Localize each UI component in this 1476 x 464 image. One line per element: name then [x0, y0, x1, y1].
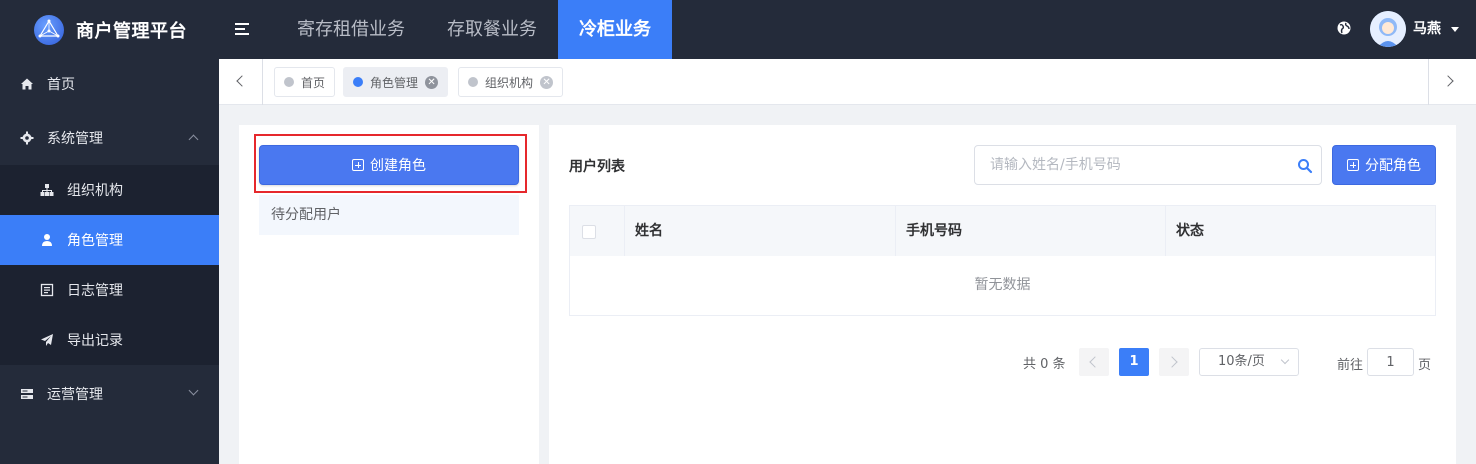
sidebar-item-label: 角色管理 [67, 233, 123, 249]
role-list-item[interactable]: 待分配用户 [259, 195, 519, 235]
top-nav: 寄存租借业务 存取餐业务 冷柜业务 [276, 0, 672, 59]
sitemap-icon [40, 183, 54, 197]
avatar[interactable] [1370, 11, 1406, 47]
search-input[interactable] [990, 155, 1280, 175]
user-table: 姓名 手机号码 状态 暂无数据 [569, 205, 1436, 316]
sidebar-item-label: 系统管理 [47, 131, 103, 147]
menu-toggle-icon[interactable] [232, 19, 254, 39]
chevron-down-icon [188, 385, 199, 396]
table-empty-text: 暂无数据 [974, 277, 1031, 293]
logo-icon [34, 14, 64, 45]
chevron-down-icon [1280, 355, 1290, 365]
chevron-left-icon [1089, 356, 1101, 368]
assign-role-label: 分配角色 [1365, 158, 1421, 174]
plus-square-icon [352, 159, 364, 171]
tab-organization[interactable]: 组织机构 ✕ [458, 67, 564, 97]
table-header: 姓名 手机号码 状态 [570, 206, 1435, 256]
tab-label: 首页 [301, 75, 326, 90]
chevron-right-icon [1442, 75, 1454, 87]
app-logo[interactable]: 商户管理平台 [0, 0, 219, 59]
page-number-button[interactable]: 1 [1119, 348, 1149, 376]
sidebar-item-label: 组织机构 [67, 183, 123, 199]
tab-label: 组织机构 [485, 75, 534, 90]
home-icon [20, 77, 34, 91]
chevron-right-icon [1166, 356, 1178, 368]
sidebar-item-home[interactable]: 首页 [0, 59, 219, 109]
tab-dot-icon [284, 77, 294, 87]
log-icon [40, 283, 54, 297]
create-role-button[interactable]: 创建角色 [259, 145, 519, 185]
plus-square-icon [1347, 159, 1359, 171]
caret-down-icon[interactable] [1451, 27, 1459, 32]
sidebar-item-operations[interactable]: 运营管理 [0, 369, 219, 419]
tab-dot-icon [468, 77, 478, 87]
prev-page-button[interactable] [1079, 348, 1109, 376]
tab-roles[interactable]: 角色管理 ✕ [343, 67, 449, 97]
topnav-item-cold-cabinet[interactable]: 冷柜业务 [558, 0, 672, 59]
gear-icon [20, 131, 34, 145]
sidebar-item-label: 日志管理 [67, 283, 123, 299]
select-all-checkbox[interactable] [582, 225, 596, 239]
user-icon [40, 233, 54, 247]
sidebar-item-label: 首页 [47, 77, 75, 93]
select-all-cell [570, 206, 625, 256]
tabs-bar: 首页 角色管理 ✕ 组织机构 ✕ [219, 59, 1476, 105]
search-box [974, 145, 1322, 185]
globe-icon[interactable] [1335, 19, 1353, 37]
page-size-select[interactable]: 10条/页 [1199, 348, 1299, 376]
tab-dot-icon [353, 77, 363, 87]
next-page-button[interactable] [1159, 348, 1189, 376]
sidebar-item-organization[interactable]: 组织机构 [0, 165, 219, 215]
tabs-scroll-right-button[interactable] [1428, 59, 1472, 105]
column-header-phone[interactable]: 手机号码 [896, 206, 1166, 256]
goto-prefix: 前往 [1337, 358, 1364, 373]
assign-role-button[interactable]: 分配角色 [1332, 145, 1436, 185]
column-header-status[interactable]: 状态 [1166, 206, 1435, 256]
sidebar-item-label: 运营管理 [47, 387, 103, 403]
page-size-label: 10条/页 [1218, 354, 1265, 369]
sidebar-item-label: 导出记录 [67, 333, 123, 349]
sidebar: 首页 系统管理 组织机构 角色管理 日志管理 导出记录 运营管理 [0, 59, 219, 464]
sidebar-item-roles[interactable]: 角色管理 [0, 215, 219, 265]
topnav-item-meal-pickup[interactable]: 存取餐业务 [426, 0, 558, 59]
paper-plane-icon [40, 333, 54, 347]
user-list-title: 用户列表 [569, 159, 625, 175]
goto-suffix: 页 [1418, 358, 1432, 373]
tab-home[interactable]: 首页 [274, 67, 336, 97]
chevron-left-icon [236, 75, 248, 87]
tab-label: 角色管理 [370, 75, 419, 90]
sidebar-item-export-records[interactable]: 导出记录 [0, 315, 219, 365]
server-icon [20, 387, 34, 401]
chevron-up-icon [188, 134, 199, 145]
pagination-total: 共 0 条 [1023, 357, 1066, 372]
create-role-label: 创建角色 [370, 158, 426, 174]
topnav-item-storage-rental[interactable]: 寄存租借业务 [276, 0, 426, 59]
sidebar-item-system[interactable]: 系统管理 [0, 113, 219, 163]
top-bar: 商户管理平台 寄存租借业务 存取餐业务 冷柜业务 马燕 [0, 0, 1476, 59]
close-icon[interactable]: ✕ [425, 75, 439, 89]
user-name[interactable]: 马燕 [1413, 18, 1441, 38]
close-icon[interactable]: ✕ [540, 75, 554, 89]
search-icon[interactable] [1297, 158, 1313, 174]
app-title: 商户管理平台 [76, 20, 187, 42]
sidebar-item-logs[interactable]: 日志管理 [0, 265, 219, 315]
tabs-scroll-left-button[interactable] [219, 59, 263, 105]
column-header-name[interactable]: 姓名 [625, 206, 896, 256]
goto-page-input[interactable] [1367, 348, 1414, 376]
